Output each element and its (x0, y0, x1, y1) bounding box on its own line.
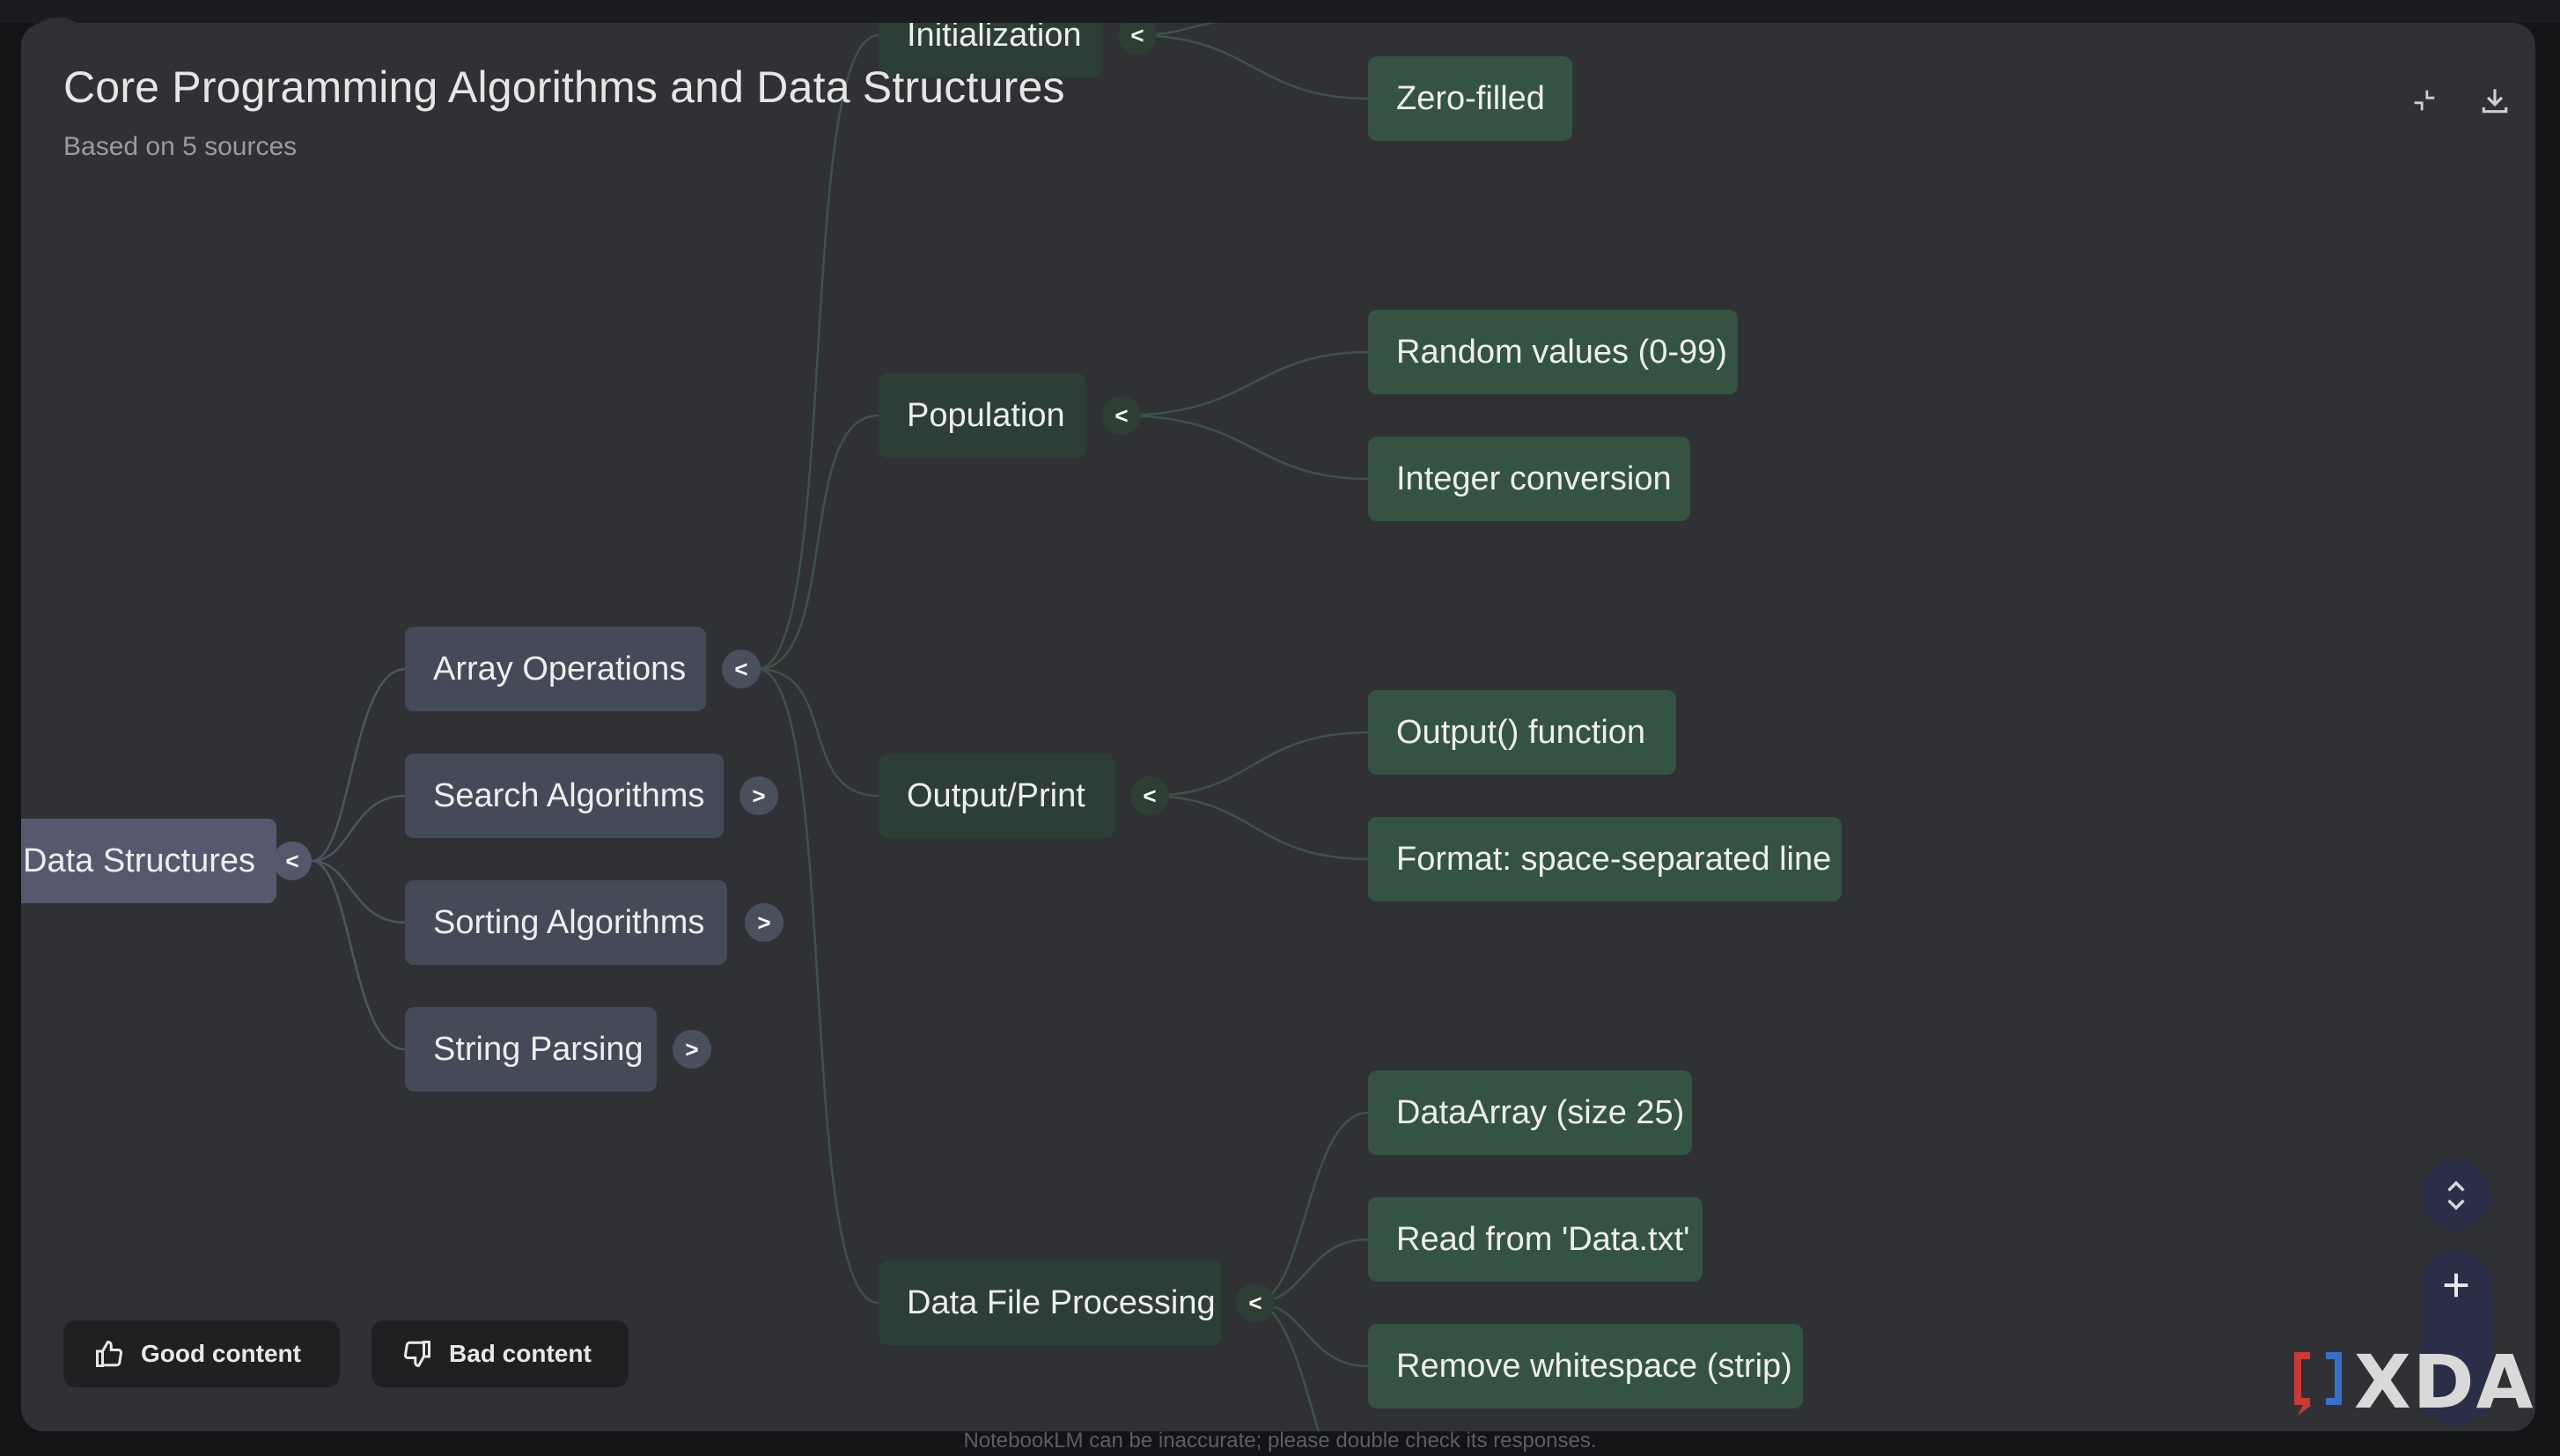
leaf-integer-conversion[interactable]: Integer conversion (1368, 437, 1690, 521)
leaf-format-space-separated[interactable]: Format: space-separated line (1368, 817, 1842, 901)
edge-df-dataarray (1253, 1111, 1369, 1305)
root-collapse-toggle[interactable]: < (273, 842, 312, 880)
edge-pop-integer (1119, 414, 1369, 481)
bad-content-button[interactable]: Bad content (371, 1320, 629, 1387)
node-label: Sorting Algorithms (433, 903, 705, 941)
edge-out-output (1147, 731, 1369, 798)
expand-collapse-icon (2447, 1180, 2465, 1210)
disclaimer-text: NotebookLM can be inaccurate; please dou… (963, 1429, 1597, 1452)
edge-array-output (756, 667, 879, 798)
mind-map-connectors (311, 23, 1369, 1431)
node-label: Data File Processing (907, 1283, 1216, 1321)
mind-map-panel: Core Programming Algorithms and Data Str… (21, 23, 2535, 1431)
node-population[interactable]: Population (879, 373, 1086, 458)
edge-init-zero (1133, 33, 1369, 100)
sources-count: Based on 5 sources (63, 132, 298, 161)
node-output-print[interactable]: Output/Print (879, 754, 1114, 838)
edge-array-population (756, 414, 879, 671)
node-label: Read from 'Data.txt' (1396, 1220, 1690, 1258)
thumbs-down-icon (404, 1341, 430, 1368)
download-button[interactable] (2470, 76, 2520, 125)
node-label: Random values (0-99) (1396, 333, 1727, 371)
edge-pop-random (1119, 350, 1369, 417)
edge-df-offscreen (1253, 1301, 1320, 1431)
node-label: Zero-filled (1396, 79, 1545, 117)
node-label: Output/Print (907, 776, 1085, 814)
download-icon (2482, 89, 2508, 114)
leaf-output-function[interactable]: Output() function (1368, 690, 1676, 775)
output-print-toggle[interactable]: < (1130, 776, 1169, 815)
node-label: Population (907, 396, 1065, 434)
node-label: Array Operations (433, 650, 687, 688)
node-label: Search Algorithms (433, 776, 705, 814)
node-label: Initialization (907, 23, 1082, 54)
collapse-icon (2414, 90, 2435, 111)
node-label: Remove whitespace (strip) (1396, 1347, 1792, 1385)
edge-root-array (311, 667, 406, 863)
leaf-zero-filled[interactable]: Zero-filled (1368, 56, 1572, 141)
leaf-remove-whitespace[interactable]: Remove whitespace (strip) (1368, 1324, 1803, 1408)
node-label: Data Structures (23, 842, 255, 879)
bad-content-label: Bad content (449, 1340, 592, 1367)
string-parsing-toggle[interactable]: > (673, 1030, 711, 1069)
expand-collapse-button[interactable] (2421, 1160, 2491, 1231)
node-string-parsing[interactable]: String Parsing (405, 1007, 657, 1092)
node-label: Format: space-separated line (1396, 840, 1832, 878)
collapse-view-button[interactable] (2400, 76, 2449, 125)
node-label: Integer conversion (1396, 460, 1672, 497)
node-label: DataArray (size 25) (1396, 1093, 1685, 1131)
leaf-read-from-data-txt[interactable]: Read from 'Data.txt' (1368, 1197, 1703, 1282)
xda-watermark: XDA (2287, 1339, 2535, 1425)
population-toggle[interactable]: < (1102, 396, 1141, 435)
node-label: String Parsing (433, 1030, 644, 1068)
leaf-random-values[interactable]: Random values (0-99) (1368, 310, 1738, 394)
thumbs-up-icon (96, 1340, 122, 1367)
node-array-operations[interactable]: Array Operations (405, 627, 706, 711)
node-data-file-processing[interactable]: Data File Processing (879, 1261, 1222, 1345)
edge-array-datafile (756, 667, 879, 1305)
mind-map-root-node[interactable]: Data Structures (21, 819, 276, 903)
node-sorting-algorithms[interactable]: Sorting Algorithms (405, 880, 727, 965)
data-file-processing-toggle[interactable]: < (1236, 1283, 1275, 1322)
edge-out-format (1147, 794, 1369, 861)
xda-logo-icon (2294, 1352, 2342, 1416)
node-label: Output() function (1396, 713, 1646, 751)
edge-root-string (311, 859, 406, 1051)
good-content-label: Good content (141, 1340, 301, 1367)
array-operations-toggle[interactable]: < (722, 650, 761, 688)
search-algorithms-toggle[interactable]: > (739, 776, 778, 815)
sorting-algorithms-toggle[interactable]: > (745, 903, 783, 942)
leaf-dataarray-size[interactable]: DataArray (size 25) (1368, 1070, 1692, 1155)
page-title: Core Programming Algorithms and Data Str… (63, 63, 1065, 112)
watermark-text: XDA (2354, 1339, 2535, 1425)
app-window: Core Programming Algorithms and Data Str… (0, 0, 2560, 1456)
node-search-algorithms[interactable]: Search Algorithms (405, 754, 724, 838)
good-content-button[interactable]: Good content (63, 1320, 340, 1387)
edge-array-init (756, 33, 879, 671)
plus-icon[interactable] (2439, 1268, 2474, 1303)
top-bar (0, 0, 2560, 40)
